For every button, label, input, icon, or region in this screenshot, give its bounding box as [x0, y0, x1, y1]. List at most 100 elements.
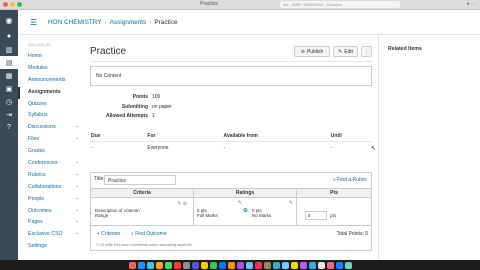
criterion-points-input[interactable]: 5	[305, 211, 327, 220]
dock-app-icon[interactable]	[281, 261, 289, 269]
maximize-window-button[interactable]	[17, 2, 22, 7]
dock-app-icon[interactable]	[317, 261, 325, 269]
browser-tab-title[interactable]: Practice	[200, 1, 218, 7]
dock-app-icon[interactable]	[326, 261, 334, 269]
sidebar-item-assignments[interactable]: Assignments	[18, 86, 82, 99]
term-label: 2020-2021 S2	[28, 43, 50, 47]
dock-app-icon[interactable]	[137, 261, 145, 269]
rating-full-marks[interactable]: ✎ 5 pts Full Marks	[194, 198, 245, 225]
edit-rating-icon[interactable]: ✎	[238, 200, 242, 206]
rating-label: No Marks	[252, 213, 272, 218]
total-points: Total Points: 5	[336, 231, 368, 237]
breadcrumb-current: Practice	[154, 19, 178, 26]
sidebar-item-pages[interactable]: Pages ▪	[18, 217, 82, 229]
dock-app-icon[interactable]	[227, 261, 235, 269]
breadcrumb-course-link[interactable]: HON CHEMISTRY	[48, 19, 102, 26]
sidebar-item-grades[interactable]: Grades	[18, 146, 82, 158]
dashboard-icon[interactable]: ▥	[0, 43, 18, 56]
sidebar-item-collaborations[interactable]: Collaborations ▪	[18, 182, 82, 194]
help-icon[interactable]: ?	[0, 121, 18, 134]
calendar-icon[interactable]: ▦	[0, 69, 18, 82]
dock-app-icon[interactable]	[272, 261, 280, 269]
dock-app-icon[interactable]	[308, 261, 316, 269]
points-unit: pts	[330, 213, 337, 218]
more-options-button[interactable]: ⋮	[361, 46, 372, 57]
sidebar-item-label: Pages	[28, 219, 43, 226]
add-rating-icon[interactable]: ⊕	[243, 207, 248, 214]
find-outcome-link[interactable]: ⌕ Find Outcome	[131, 231, 167, 237]
find-rubric-label: Find a Rubric	[337, 177, 367, 183]
add-criterion-link[interactable]: + Criterion	[97, 231, 120, 237]
dock-app-icon[interactable]	[182, 261, 190, 269]
dock-app-icon[interactable]	[173, 261, 181, 269]
publish-button[interactable]: ⊘ Publish	[294, 46, 330, 57]
dock-app-icon[interactable]	[191, 261, 199, 269]
sidebar-item-people[interactable]: People ▪	[18, 194, 82, 206]
hamburger-menu-icon[interactable]: ☰	[30, 18, 37, 27]
ratings-cell: ✎ 5 pts Full Marks ✎ ⊕ 0 pts No Marks	[194, 198, 297, 225]
sidebar-item-quizzes[interactable]: Quizzes	[18, 99, 82, 111]
sidebar-item-modules[interactable]: Modules	[18, 63, 82, 75]
account-icon[interactable]: ●	[0, 30, 18, 43]
sidebar-item-rubrics[interactable]: Rubrics ▪	[18, 170, 82, 182]
dock-app-icon[interactable]	[164, 261, 172, 269]
rating-no-marks[interactable]: ✎ ⊕ 0 pts No Marks	[243, 198, 296, 225]
dock-app-icon[interactable]	[335, 261, 343, 269]
minimize-window-button[interactable]	[10, 2, 15, 7]
dock-app-icon[interactable]	[254, 261, 262, 269]
sidebar-item-announcements[interactable]: Announcements	[18, 75, 82, 87]
dock-app-icon[interactable]	[146, 261, 154, 269]
assignment-details: Points 100 Submitting on paper Allowed Attem…	[90, 93, 290, 122]
sidebar-item-discussions[interactable]: Discussions ▪	[18, 122, 82, 134]
browser-titlebar: Practice ibe - WIBF 400000000 - Genuine …	[0, 0, 480, 10]
sidebar-item-conferences[interactable]: Conferences ▪	[18, 158, 82, 170]
breadcrumb-separator-icon: ›	[149, 19, 152, 26]
free-form-comments-option[interactable]: ☐ I'll write free-form comments when ass…	[96, 242, 192, 247]
commons-icon[interactable]: ⇥	[0, 108, 18, 121]
kebab-icon: ⋮	[364, 48, 369, 55]
school-logo-icon[interactable]: ◉	[0, 10, 18, 30]
dock-app-icon[interactable]	[263, 261, 271, 269]
sidebar-item-label: Announcements	[28, 76, 66, 83]
until-header: Until	[330, 133, 342, 139]
dock-app-icon[interactable]	[128, 261, 136, 269]
dock-app-icon[interactable]	[290, 261, 298, 269]
close-window-button[interactable]	[3, 2, 8, 7]
url-bar[interactable]: ibe - WIBF 400000000 - Genuine	[280, 1, 400, 8]
breadcrumb-separator-icon: ›	[104, 19, 107, 26]
detail-label: Submitting	[121, 103, 148, 110]
sidebar-item-files[interactable]: Files ▪	[18, 134, 82, 146]
dock-app-icon[interactable]	[200, 261, 208, 269]
sidebar-item-exclusive-cso[interactable]: Exclusive CSO ▪	[18, 229, 82, 241]
courses-icon[interactable]: ▤	[0, 56, 18, 69]
edit-rating-icon[interactable]: ✎	[289, 200, 293, 206]
history-icon[interactable]: ◷	[0, 95, 18, 108]
hidden-from-students-icon: ▪	[76, 124, 78, 131]
hidden-from-students-icon: ▪	[76, 183, 78, 190]
dock-app-icon[interactable]	[209, 261, 217, 269]
detail-row: Submitting on paper	[90, 103, 290, 113]
dock-app-icon[interactable]	[236, 261, 244, 269]
dock-app-icon[interactable]	[218, 261, 226, 269]
browser-menu-icon[interactable]: ● ⋯	[467, 1, 476, 7]
dock-app-icon[interactable]	[155, 261, 163, 269]
sidebar-item-syllabus[interactable]: Syllabus	[18, 110, 82, 122]
points-cell: 5 pts	[297, 198, 371, 225]
sidebar-item-home[interactable]: Home	[18, 51, 82, 63]
rubric-title-input[interactable]: Practice	[104, 175, 176, 185]
sidebar-item-label: Exclusive CSO	[28, 231, 63, 238]
dock-app-icon[interactable]	[245, 261, 253, 269]
due-cell: -	[90, 141, 147, 154]
sidebar-item-settings[interactable]: Settings	[18, 241, 82, 253]
table-row: - Everyone - -	[90, 141, 372, 154]
hidden-from-students-icon: ▪	[76, 160, 78, 167]
breadcrumb: HON CHEMISTRY › Assignments › Practice	[48, 19, 177, 26]
edit-button[interactable]: ✎ Edit	[333, 46, 358, 57]
dock-app-icon[interactable]	[299, 261, 307, 269]
find-rubric-link[interactable]: ⌕ Find a Rubric	[333, 177, 367, 183]
dock-app-icon[interactable]	[344, 261, 352, 269]
inbox-icon[interactable]: ▣	[0, 82, 18, 95]
sidebar-item-outcomes[interactable]: Outcomes ▪	[18, 206, 82, 218]
breadcrumb-assignments-link[interactable]: Assignments	[110, 19, 147, 26]
edit-criterion-icon[interactable]: ✎ ⊘	[177, 201, 187, 207]
